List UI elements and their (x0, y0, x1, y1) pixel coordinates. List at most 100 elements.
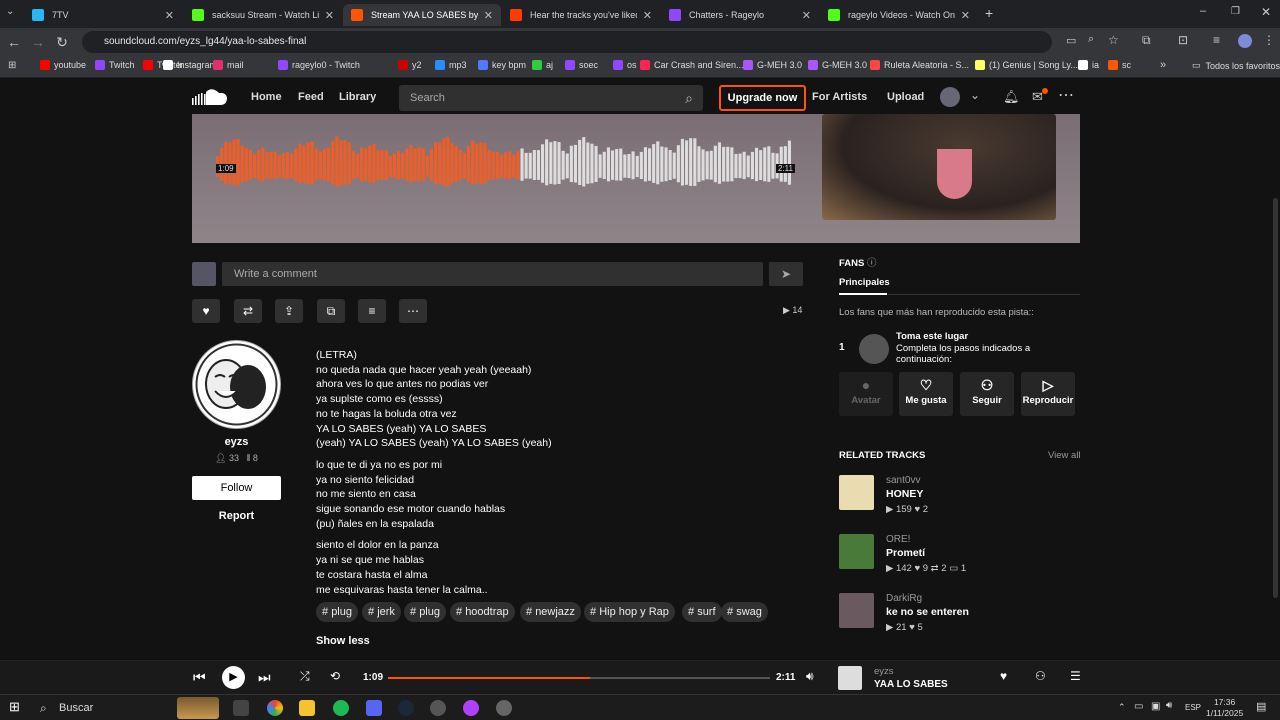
bookmark-item[interactable]: G-MEH 3.0 (808, 60, 867, 70)
bookmark-star-icon[interactable]: ☆ (1108, 33, 1119, 47)
now-playing-artist[interactable]: eyzs (874, 666, 894, 677)
upload-link[interactable]: Upload (887, 91, 924, 103)
browser-tab[interactable]: Hear the tracks you've liked: on ✕ (502, 4, 660, 26)
profile-avatar[interactable] (1238, 34, 1252, 48)
tab-close-icon[interactable]: ✕ (484, 9, 493, 22)
tag-chip[interactable]: # swag (721, 602, 768, 622)
tag-chip[interactable]: # Hip hop y Rap (584, 602, 675, 622)
waveform[interactable] (216, 126, 792, 206)
tab-close-icon[interactable]: ✕ (643, 9, 652, 22)
tab-principales[interactable]: Principales (839, 277, 890, 288)
chrome-icon[interactable] (267, 700, 283, 716)
related-track-artist[interactable]: DarkiRg (886, 593, 922, 604)
browser-tab[interactable]: rageylo Videos - Watch On-De ✕ (820, 4, 978, 26)
player-like-icon[interactable]: ♥ (1000, 669, 1007, 683)
play-pause-button[interactable]: ▶ (222, 666, 245, 689)
tag-chip[interactable]: # jerk (362, 602, 401, 622)
bookmark-item[interactable]: ia (1078, 60, 1099, 70)
related-track-title[interactable]: HONEY (886, 488, 923, 500)
related-track-artwork[interactable] (839, 534, 874, 569)
browser-tab[interactable]: Stream YAA LO SABES by eyzs ✕ (343, 4, 501, 26)
related-track[interactable]: ORE! Prometí ▶ 142 ♥ 9 ⇄ 2 ▭ 1 (839, 534, 1080, 586)
bookmark-item[interactable]: mp3 (435, 60, 467, 70)
tag-chip[interactable]: # newjazz (520, 602, 581, 622)
bookmark-item[interactable]: y2 (398, 60, 422, 70)
nav-library[interactable]: Library (339, 91, 376, 103)
bookmark-item[interactable]: aj (532, 60, 553, 70)
menu-icon[interactable]: ⋮ (1263, 33, 1275, 47)
bookmark-item[interactable]: rageylo0 - Twitch (278, 60, 360, 70)
search-input[interactable]: Search ⌕ (399, 85, 703, 111)
tab-search-icon[interactable]: ⌄ (6, 6, 14, 17)
copy-link-button[interactable]: ⧉ (317, 299, 345, 323)
tab-close-icon[interactable]: ✕ (165, 9, 174, 22)
share-button[interactable]: ⇪ (275, 299, 303, 323)
tray-volume-icon[interactable]: 🔊︎ (1166, 700, 1172, 711)
related-track-title[interactable]: ke no se enteren (886, 606, 969, 618)
player-follow-icon[interactable]: ⚇ (1035, 669, 1046, 683)
artist-name[interactable]: eyzs (192, 436, 281, 448)
send-comment-icon[interactable]: ➤ (769, 262, 803, 286)
like-step-button[interactable]: ♡ Me gusta (899, 372, 953, 416)
back-icon[interactable]: ← (2, 34, 26, 50)
steam-icon[interactable] (398, 700, 414, 716)
bookmark-item[interactable]: Twitch (95, 60, 135, 70)
related-track-artist[interactable]: sant0vv (886, 475, 920, 486)
like-button[interactable]: ♥ (192, 299, 220, 323)
notifications-bell-icon[interactable]: 🔔︎ (1003, 89, 1020, 105)
app-c-icon[interactable] (463, 700, 479, 716)
follow-button[interactable]: Follow (192, 476, 281, 500)
repeat-icon[interactable]: ⟲ (330, 669, 340, 683)
bookmark-item[interactable]: Instagram (163, 60, 217, 70)
minimize-button[interactable]: – (1200, 5, 1206, 17)
bookmark-item[interactable]: Car Crash and Siren... (640, 60, 744, 70)
discord-icon[interactable] (366, 700, 382, 716)
comment-input[interactable]: Write a comment (222, 262, 763, 286)
close-window-button[interactable]: ✕ (1261, 5, 1271, 19)
system-clock[interactable]: 17:36 1/11/2025 (1206, 697, 1243, 719)
bookmark-item[interactable]: mail (213, 60, 244, 70)
tray-display-icon[interactable]: ▣ (1151, 701, 1160, 712)
search-icon[interactable]: ⌕ (685, 85, 693, 111)
progress-bar[interactable] (388, 677, 770, 679)
tag-chip[interactable]: # surf (682, 602, 722, 622)
weather-widget-icon[interactable] (177, 697, 219, 719)
extensions-icon[interactable]: ⧉ (1142, 33, 1151, 48)
related-track[interactable]: sant0vv HONEY ▶ 159 ♥ 2 (839, 475, 1080, 527)
info-icon[interactable]: ⓘ (867, 258, 877, 269)
bookmark-item[interactable]: os (613, 60, 637, 70)
tray-network-icon[interactable]: ▭ (1134, 701, 1143, 712)
profile-sync-icon[interactable]: ⊡ (1178, 33, 1188, 47)
reload-icon[interactable]: ↻ (50, 34, 74, 51)
play-step-button[interactable]: ▷ Reproducir (1021, 372, 1075, 416)
more-button[interactable]: ⋯ (399, 299, 427, 323)
page-scrollbar[interactable] (1273, 198, 1278, 598)
show-less-link[interactable]: Show less (316, 635, 370, 647)
follow-step-button[interactable]: ⚇ Seguir (960, 372, 1014, 416)
previous-icon[interactable]: ⏮︎ (193, 669, 206, 686)
browser-tab[interactable]: 7TV ✕ (24, 4, 182, 26)
chevron-down-icon[interactable]: ⌄ (970, 88, 980, 102)
cast-icon[interactable]: ▭ (1066, 34, 1076, 47)
bookmark-item[interactable]: soec (565, 60, 598, 70)
related-track[interactable]: DarkiRg ke no se enteren ▶ 21 ♥ 5 (839, 593, 1080, 645)
language-indicator[interactable]: ESP (1185, 703, 1201, 712)
related-track-artwork[interactable] (839, 593, 874, 628)
tag-chip[interactable]: # hoodtrap (450, 602, 515, 622)
apps-grid-icon[interactable]: ⊞ (8, 60, 16, 71)
nav-home[interactable]: Home (251, 91, 282, 103)
upgrade-button[interactable]: Upgrade now (719, 85, 806, 111)
now-playing-artwork[interactable] (838, 666, 862, 690)
forward-icon[interactable]: → (26, 34, 50, 50)
artist-avatar[interactable] (192, 340, 281, 429)
bookmark-item[interactable]: (1) Genius | Song Ly... (975, 60, 1078, 70)
new-tab-button[interactable]: + (985, 5, 993, 21)
now-playing-title[interactable]: YAA LO SABES (874, 679, 948, 690)
all-bookmarks-folder[interactable]: ▭ Todos los favoritos (1192, 60, 1280, 71)
restore-button[interactable]: ❐ (1231, 6, 1240, 17)
spotify-icon[interactable] (333, 700, 349, 716)
tab-close-icon[interactable]: ✕ (961, 9, 970, 22)
tab-close-icon[interactable]: ✕ (802, 9, 811, 22)
tag-chip[interactable]: # plug (316, 602, 358, 622)
next-icon[interactable]: ⏭︎ (258, 669, 271, 686)
